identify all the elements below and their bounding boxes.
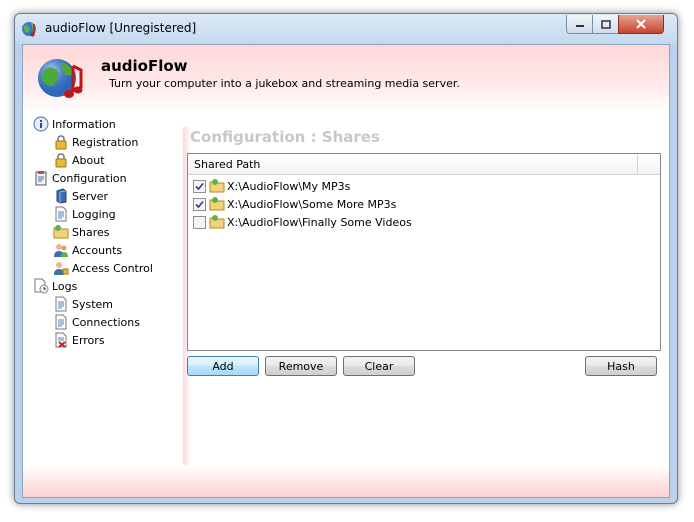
app-tagline: Turn your computer into a jukebox and st… (109, 77, 460, 90)
checkmark-icon (195, 200, 204, 208)
app-name: audioFlow (101, 57, 188, 75)
info-icon (33, 116, 49, 132)
server-icon (56, 188, 67, 204)
sidebar-item-server[interactable]: Server (53, 187, 108, 205)
error-document-icon (55, 332, 67, 348)
sidebar-item-label: Shares (72, 225, 110, 239)
user-lock-icon (54, 262, 69, 275)
close-icon (636, 19, 646, 29)
maximize-button[interactable] (592, 15, 619, 34)
row-path: X:\AudioFlow\My MP3s (227, 179, 351, 193)
minimize-button[interactable] (566, 15, 593, 34)
sidebar-item-logs[interactable]: Logs (33, 277, 77, 295)
title-bar[interactable]: audioFlow [Unregistered] (15, 14, 677, 44)
add-button[interactable]: Add (187, 356, 259, 376)
audioflow-logo-icon (38, 59, 83, 98)
column-header-shared-path[interactable]: Shared Path (194, 158, 260, 171)
sidebar-item-about[interactable]: About (53, 151, 105, 169)
sidebar-item-label: About (72, 153, 105, 167)
users-icon (54, 244, 68, 257)
sidebar-item-registration[interactable]: Registration (53, 133, 138, 151)
maximize-icon (600, 19, 611, 29)
shared-folder-icon (209, 215, 225, 229)
app-header: audioFlow Turn your computer into a juke… (23, 45, 669, 113)
log-icon (34, 278, 49, 294)
sidebar-item-label: Access Control (72, 261, 153, 275)
column-separator[interactable] (637, 154, 638, 174)
sidebar-item-label: Configuration (52, 171, 127, 185)
sidebar-item-label: Connections (72, 315, 140, 329)
shares-list[interactable]: Shared Path X:\AudioFlow\My MP3s X:\Audi… (187, 153, 661, 351)
sidebar-nav: Information Registration About Configura… (23, 115, 183, 415)
row-path: X:\AudioFlow\Finally Some Videos (227, 215, 412, 229)
sidebar-item-label: Errors (72, 333, 105, 347)
client-area: audioFlow Turn your computer into a juke… (22, 44, 670, 498)
sidebar-item-system[interactable]: System (53, 295, 113, 313)
sidebar-item-accounts[interactable]: Accounts (53, 241, 122, 259)
document-icon (55, 314, 67, 330)
list-item[interactable]: X:\AudioFlow\Finally Some Videos (193, 213, 412, 231)
sidebar-item-label: Logging (72, 207, 116, 221)
sidebar-item-connections[interactable]: Connections (53, 313, 140, 331)
hash-button[interactable]: Hash (585, 356, 657, 376)
shared-folder-icon (209, 197, 225, 211)
sidebar-item-configuration[interactable]: Configuration (33, 169, 127, 187)
sidebar-item-logging[interactable]: Logging (53, 205, 116, 223)
list-item[interactable]: X:\AudioFlow\My MP3s (193, 177, 350, 195)
row-checkbox[interactable] (193, 197, 206, 211)
checkmark-icon (195, 182, 204, 190)
sidebar-item-shares[interactable]: Shares (53, 223, 109, 241)
row-checkbox[interactable] (193, 179, 206, 193)
sidebar-item-label: System (72, 297, 114, 311)
lock-icon (55, 153, 67, 168)
sidebar-item-errors[interactable]: Errors (53, 331, 105, 349)
shared-folder-icon (53, 225, 69, 239)
row-path: X:\AudioFlow\Some More MP3s (227, 197, 397, 211)
globe-music-icon (22, 22, 36, 37)
window-title: audioFlow [Unregistered] (45, 21, 197, 35)
clipboard-icon (35, 171, 47, 186)
sidebar-item-label: Accounts (72, 243, 123, 257)
lock-icon (55, 135, 67, 150)
sidebar-item-access-control[interactable]: Access Control (53, 259, 153, 277)
sidebar-item-information[interactable]: Information (33, 115, 116, 133)
sidebar-item-label: Logs (52, 279, 78, 293)
section-title: Configuration : Shares (190, 128, 380, 146)
minimize-icon (575, 25, 584, 27)
shared-folder-icon (209, 179, 225, 193)
sidebar-item-label: Information (52, 117, 116, 131)
remove-button[interactable]: Remove (265, 356, 337, 376)
row-checkbox[interactable] (193, 215, 206, 229)
document-icon (55, 296, 67, 312)
sidebar-item-label: Registration (72, 135, 139, 149)
app-footer (23, 465, 669, 497)
close-button[interactable] (618, 15, 664, 34)
clear-button[interactable]: Clear (343, 356, 415, 376)
document-icon (55, 206, 67, 222)
sidebar-item-label: Server (72, 189, 109, 203)
list-item[interactable]: X:\AudioFlow\Some More MP3s (193, 195, 396, 213)
list-header: Shared Path (188, 154, 660, 175)
app-window: audioFlow [Unregistered] audioFlow Turn … (14, 13, 678, 504)
